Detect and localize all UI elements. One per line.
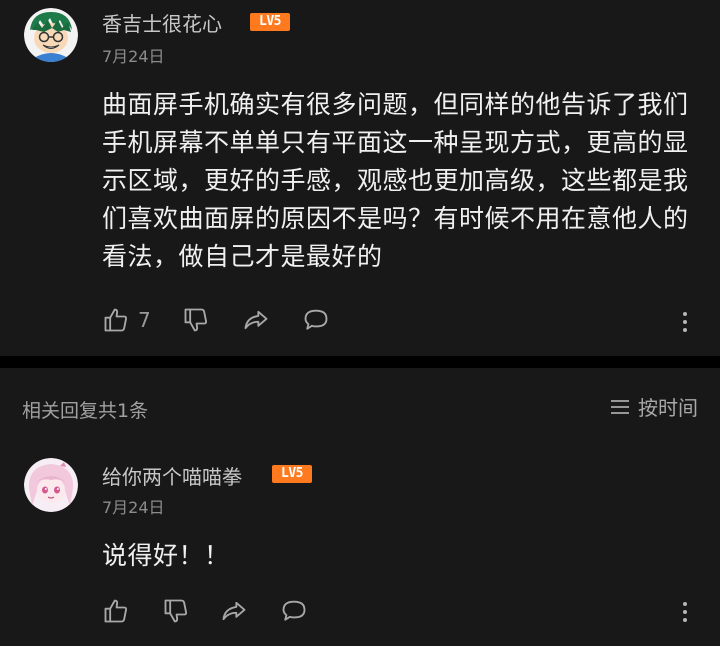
more-vertical-icon[interactable] [682, 600, 688, 624]
reply-body: 说得好！！ [102, 541, 230, 570]
thumbs-up-icon [104, 308, 128, 332]
replies-header: 相关回复共1条 按时间 [0, 368, 720, 448]
comment-line: 们喜欢曲面屏的原因不是吗？有时候不用在意他人的 [102, 204, 689, 233]
comment-date: 7月24日 [102, 47, 165, 66]
level-badge: LV5 [250, 13, 290, 31]
share-button[interactable] [220, 597, 248, 625]
reply-button[interactable] [280, 597, 308, 625]
username[interactable]: 香吉士很花心 [102, 8, 222, 37]
share-button[interactable] [242, 306, 270, 334]
comment-line: 示区域，更好的手感，观感也更加高级，这些都是我 [102, 166, 689, 195]
replies-count-title: 相关回复共1条 [22, 400, 149, 422]
like-button[interactable]: 7 [102, 306, 151, 334]
reply-bubble-icon [304, 309, 328, 330]
thumbs-up-icon [104, 599, 128, 623]
comment-body: 曲面屏手机确实有很多问题，但同样的他告诉了我们 手机屏幕不单单只有平面这一种呈现… [102, 86, 712, 276]
reply-button[interactable] [302, 306, 330, 334]
like-count: 7 [138, 308, 151, 332]
thumbs-down-icon [164, 599, 188, 623]
section-divider [0, 356, 720, 368]
like-button[interactable] [102, 597, 130, 625]
comment-line: 手机屏幕不单单只有平面这一种呈现方式，更高的显 [102, 128, 689, 157]
reply-bubble-icon [282, 600, 306, 621]
level-badge: LV5 [272, 465, 312, 483]
sort-label: 按时间 [638, 396, 698, 420]
user-avatar[interactable] [24, 8, 78, 62]
username[interactable]: 给你两个喵喵拳 [102, 461, 242, 490]
comment-line: 曲面屏手机确实有很多问题，但同样的他告诉了我们 [102, 90, 689, 119]
share-icon [244, 310, 268, 330]
reply-date: 7月24日 [102, 498, 165, 517]
reply-card: 给你两个喵喵拳 LV5 7月24日 说得好！！ [0, 448, 720, 646]
list-icon [611, 399, 629, 414]
dislike-button[interactable] [162, 597, 190, 625]
thumbs-down-icon [184, 308, 208, 332]
user-avatar[interactable] [24, 458, 78, 512]
comment-card: 香吉士很花心 LV5 7月24日 曲面屏手机确实有很多问题，但同样的他告诉了我们… [0, 0, 720, 356]
comment-line: 看法，做自己才是最好的 [102, 242, 383, 271]
sort-by-time-button[interactable]: 按时间 [610, 392, 698, 421]
share-icon [222, 601, 246, 621]
more-vertical-icon[interactable] [682, 310, 688, 334]
dislike-button[interactable] [182, 306, 210, 334]
